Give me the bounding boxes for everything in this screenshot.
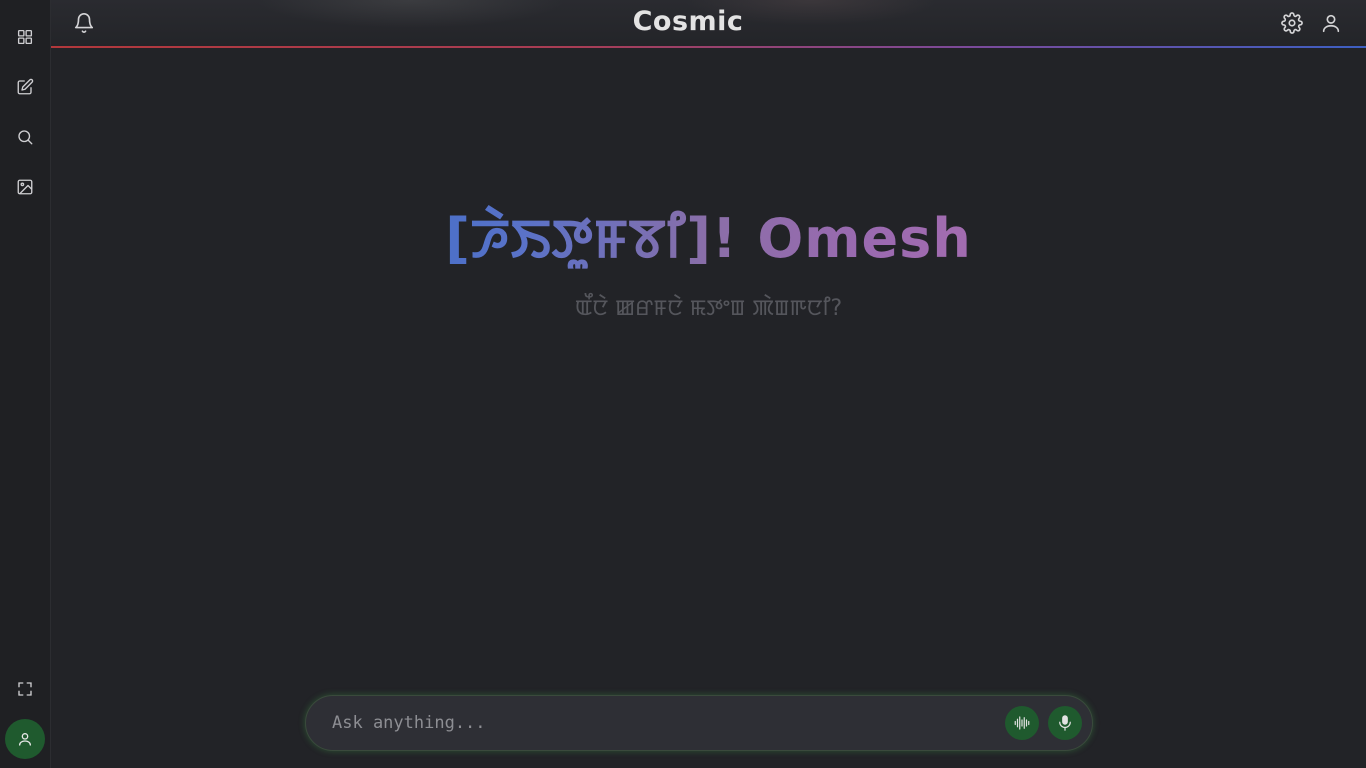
header-gradient-divider: [51, 46, 1366, 48]
search-icon: [18, 130, 33, 145]
sidebar: [0, 0, 51, 768]
chat-composer: [305, 695, 1093, 751]
ask-input[interactable]: [330, 708, 990, 738]
settings-button[interactable]: [1280, 11, 1304, 35]
microphone-button[interactable]: [1048, 706, 1082, 740]
fullscreen-button[interactable]: [9, 673, 41, 705]
account-button[interactable]: [1319, 11, 1343, 35]
sidebar-item-new-chat[interactable]: [9, 71, 41, 103]
sidebar-item-search[interactable]: [9, 121, 41, 153]
grid-icon: [17, 29, 33, 45]
gear-icon: [1281, 12, 1303, 34]
microphone-icon: [1059, 715, 1071, 731]
sidebar-item-images[interactable]: [9, 171, 41, 203]
user-icon: [19, 733, 31, 746]
sidebar-item-apps[interactable]: [9, 21, 41, 53]
waveform-icon: [1014, 716, 1030, 730]
fullscreen-icon: [18, 682, 32, 696]
edit-icon: [17, 78, 34, 95]
greeting-subtitle: ꯑꯩꯅꯥ ꯀꯔꯝꯅꯥ ꯃꯇꯦꯡ ꯄꯥꯡꯒꯅꯤ?: [574, 296, 843, 321]
image-icon: [17, 179, 33, 195]
sidebar-profile-avatar[interactable]: [5, 719, 45, 759]
greeting-heading: [ꯍꯥꯏꯇꯨꯝꯕꯤ]! Omesh: [51, 200, 1366, 278]
app-title: Cosmic: [632, 6, 744, 37]
user-icon: [1322, 14, 1340, 33]
voice-mode-button[interactable]: [1005, 706, 1039, 740]
